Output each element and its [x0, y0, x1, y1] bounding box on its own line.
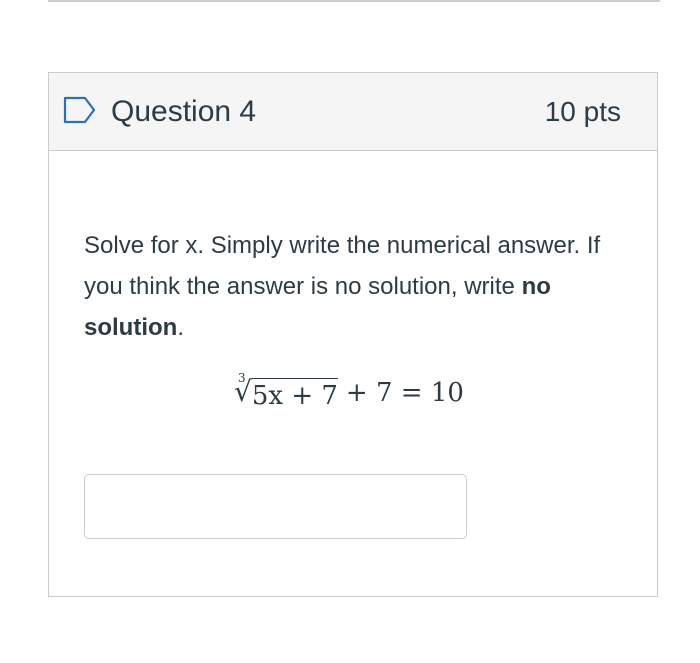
cube-root: 3 √ 5x + 7 — [234, 371, 338, 411]
question-points: 10 pts — [544, 95, 621, 127]
question-card: Question 4 10 pts Solve for x. Simply wr… — [48, 72, 658, 597]
radicand: 5x + 7 — [251, 378, 338, 411]
bookmark-flag-icon[interactable] — [63, 96, 97, 124]
top-divider — [48, 0, 660, 2]
question-text-end: . — [177, 314, 184, 341]
question-body: Solve for x. Simply write the numerical … — [49, 151, 657, 539]
question-title: Question 4 — [111, 94, 257, 128]
equation-rest: + 7 = 10 — [345, 378, 464, 408]
radical-index: 3 — [238, 371, 246, 385]
question-text: Solve for x. Simply write the numerical … — [84, 225, 644, 348]
equation: 3 √ 5x + 7 + 7 = 10 — [234, 370, 625, 416]
answer-input[interactable] — [84, 474, 467, 539]
question-header: Question 4 10 pts — [49, 73, 657, 151]
